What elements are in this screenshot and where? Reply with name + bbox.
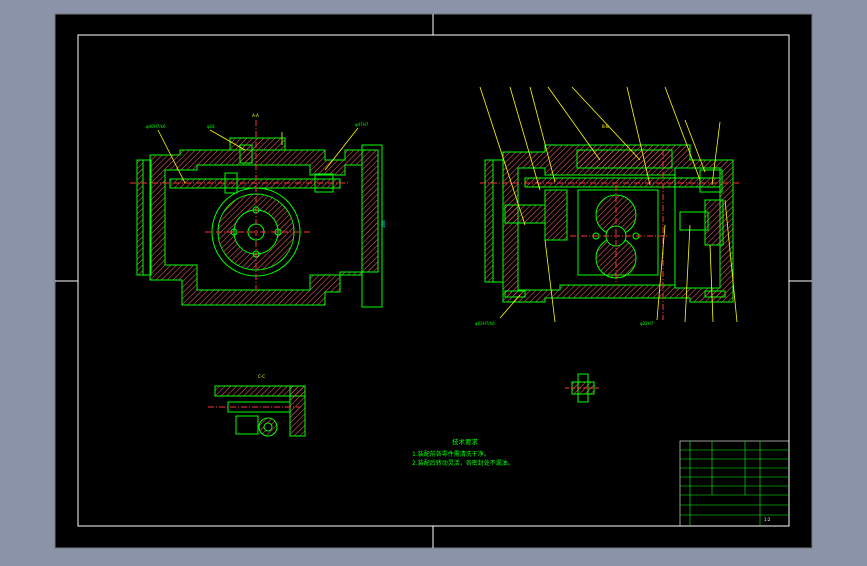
technical-requirements: 技术要求 1.装配前各零件需清洗干净。 2.装配后转动灵活，各密封处不漏油。 [412, 438, 542, 468]
notes-title: 技术要求 [452, 438, 478, 446]
svg-text:A-A: A-A [252, 113, 259, 118]
note-item-2: 2.装配后转动灵活，各密封处不漏油。 [412, 460, 514, 467]
cad-viewport[interactable]: φ40H7/k6 φ18 φ47H7 A-A 168 B-B φ62H7/h6 … [0, 0, 867, 562]
svg-text:φ32H7: φ32H7 [640, 321, 654, 326]
svg-text:φ47H7: φ47H7 [355, 122, 369, 127]
drawing-canvas: φ40H7/k6 φ18 φ47H7 A-A 168 B-B φ62H7/h6 … [54, 13, 813, 549]
svg-text:φ18: φ18 [207, 124, 215, 129]
scale-text: 1:2 [764, 517, 771, 522]
svg-text:φ40H7/k6: φ40H7/k6 [146, 124, 166, 129]
note-item-1: 1.装配前各零件需清洗干净。 [412, 451, 490, 458]
svg-text:168: 168 [381, 220, 386, 228]
svg-text:B-B: B-B [602, 124, 609, 129]
svg-text:φ62H7/h6: φ62H7/h6 [475, 321, 495, 326]
svg-text:C-C: C-C [258, 374, 265, 379]
